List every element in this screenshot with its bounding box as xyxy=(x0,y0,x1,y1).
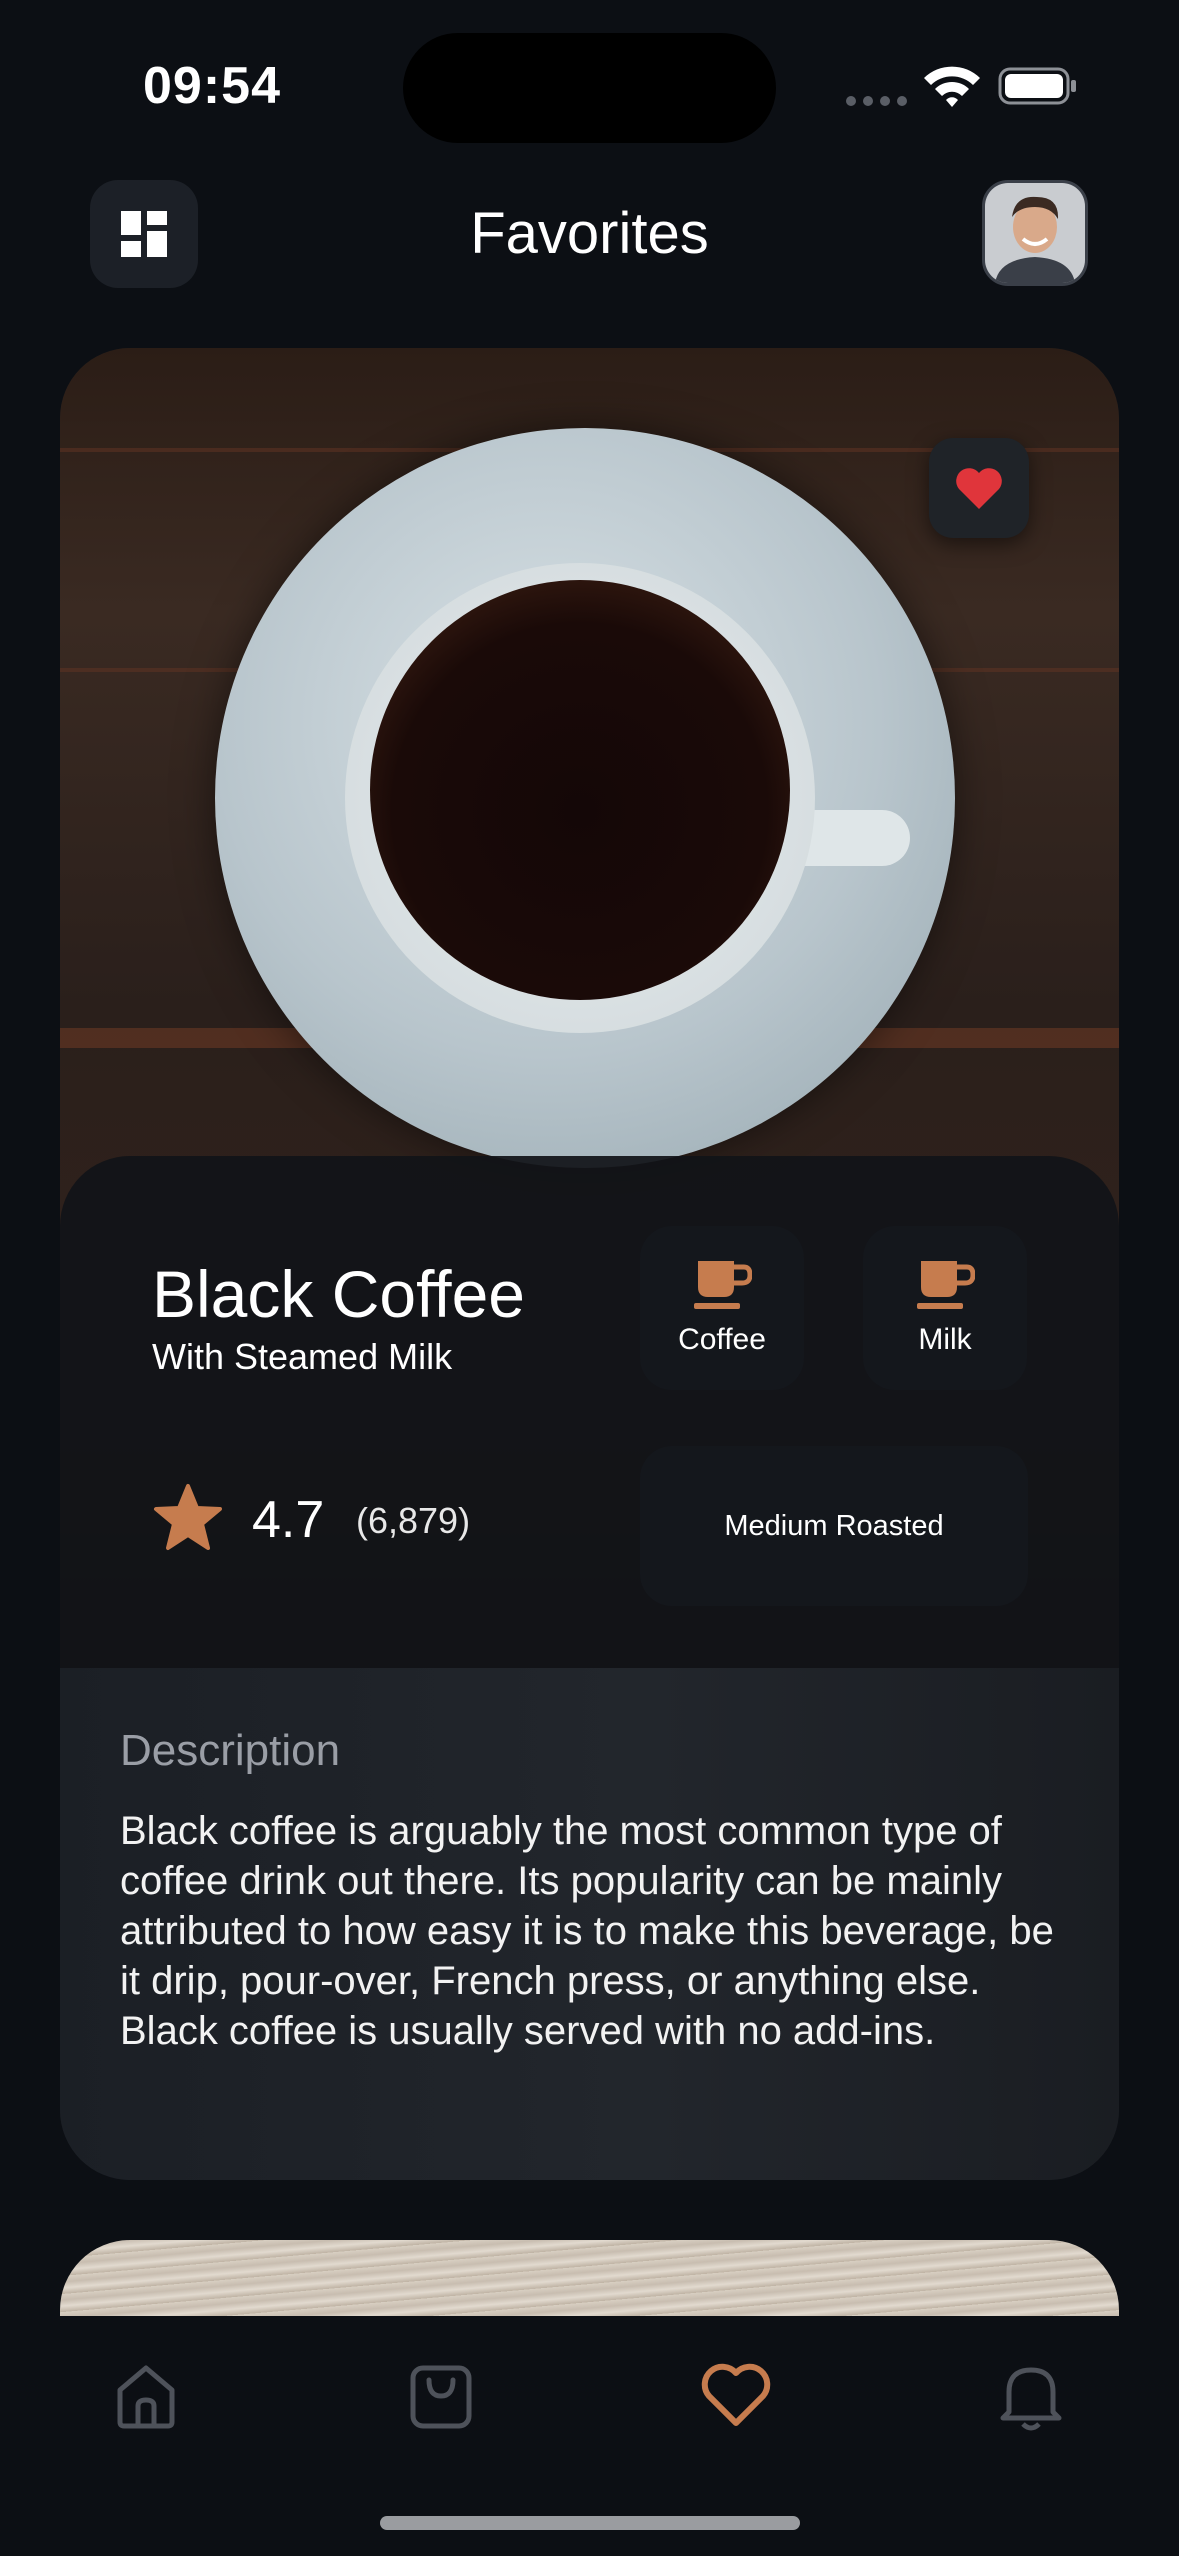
tab-favorites[interactable] xyxy=(696,2356,776,2436)
bell-icon xyxy=(1000,2367,1062,2431)
home-indicator xyxy=(380,2516,800,2530)
tab-home[interactable] xyxy=(106,2356,186,2436)
roast-badge: Medium Roasted xyxy=(640,1446,1028,1606)
product-subtitle: With Steamed Milk xyxy=(152,1336,453,1377)
coffee-cup-icon xyxy=(694,1261,752,1309)
star-icon xyxy=(154,1484,222,1550)
status-bar: 09:54 xyxy=(0,0,1179,175)
rating-value: 4.7 xyxy=(252,1491,325,1549)
next-favorite-card[interactable] xyxy=(60,2240,1119,2320)
description-text: Black coffee is arguably the most common… xyxy=(120,1809,1054,2053)
description-title: Description xyxy=(120,1726,341,1775)
dynamic-island xyxy=(403,33,776,143)
tag-milk-label: Milk xyxy=(918,1323,972,1356)
tab-notifications[interactable] xyxy=(991,2356,1071,2436)
home-icon xyxy=(117,2365,175,2429)
tag-coffee-label: Coffee xyxy=(678,1323,766,1356)
tag-milk: Milk xyxy=(863,1226,1027,1390)
tag-coffee: Coffee xyxy=(640,1226,804,1390)
description-section: Description Black coffee is arguably the… xyxy=(60,1668,1119,2180)
heart-icon xyxy=(701,2363,771,2426)
bag-icon xyxy=(410,2365,472,2429)
tab-cart[interactable] xyxy=(401,2356,481,2436)
coffee-graphic xyxy=(370,580,790,1000)
user-avatar-icon xyxy=(985,183,1085,283)
favorite-toggle-button[interactable] xyxy=(929,438,1029,538)
heart-filled-icon xyxy=(956,468,1002,509)
avatar[interactable] xyxy=(982,180,1088,286)
status-time: 09:54 xyxy=(143,57,281,115)
battery-icon xyxy=(998,67,1076,105)
rating-count: (6,879) xyxy=(356,1500,471,1541)
favorite-card[interactable]: Black Coffee With Steamed Milk Coffee Mi… xyxy=(60,348,1119,2180)
tab-bar xyxy=(0,2316,1179,2556)
cellular-signal-icon xyxy=(846,96,907,106)
product-name: Black Coffee xyxy=(152,1257,525,1331)
product-info-panel: Black Coffee With Steamed Milk Coffee Mi… xyxy=(60,1156,1119,1668)
milk-drop-icon xyxy=(917,1261,975,1309)
wifi-icon xyxy=(924,66,980,107)
